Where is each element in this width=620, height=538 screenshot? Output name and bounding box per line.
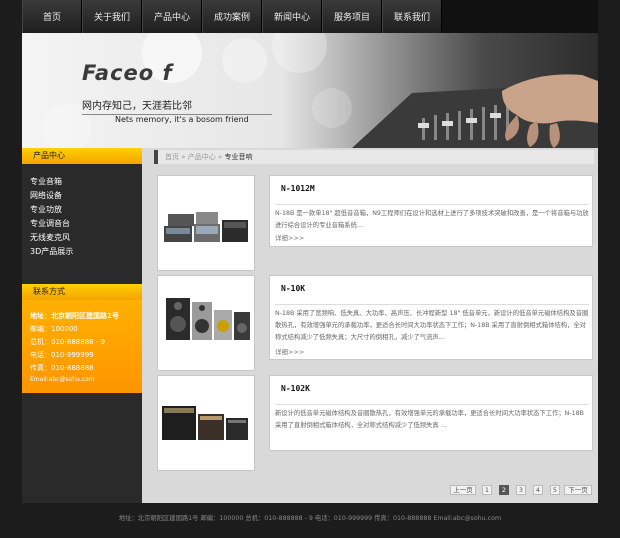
breadcrumb-sep: » <box>181 153 186 161</box>
product-more-link[interactable]: 详细>>> <box>275 232 304 242</box>
contact-switchboard: 总机：010-888888 - 9 <box>30 338 106 346</box>
contact-postcode: 邮编：100000 <box>30 325 78 333</box>
nav-home[interactable]: 首页 <box>22 0 82 33</box>
sidebar-item-3d[interactable]: 3D产品展示 <box>30 246 73 257</box>
contact-info: 地址：北京朝阳区建国路1号 邮编：100000 总机：010-888888 - … <box>22 300 142 393</box>
contact-fax: 传真：010-888888 <box>30 364 94 372</box>
sidebar-item-amplifier[interactable]: 专业功放 <box>30 204 62 215</box>
bokeh-light <box>222 38 267 83</box>
contact-address: 地址：北京朝阳区建国路1号 <box>30 312 119 320</box>
page-1-button[interactable]: 1 <box>482 485 492 495</box>
breadcrumb-sep: » <box>218 153 223 161</box>
card-divider <box>275 204 589 205</box>
card-divider <box>275 304 589 305</box>
nav-products[interactable]: 产品中心 <box>142 0 202 33</box>
sidebar-item-speakers[interactable]: 专业音箱 <box>30 176 62 187</box>
next-page-button[interactable]: 下一页 <box>564 485 592 495</box>
product-title[interactable]: N-10K <box>281 284 305 293</box>
product-more-link[interactable]: 详细>>> <box>275 346 304 356</box>
breadcrumb-parent[interactable]: 产品中心 <box>188 153 216 161</box>
breadcrumb-home[interactable]: 首页 <box>165 153 179 161</box>
contact-email[interactable]: Email:abc@sohu.com <box>30 376 95 383</box>
top-nav: 首页 关于我们 产品中心 成功案例 新闻中心 服务项目 联系我们 <box>22 0 598 33</box>
mixer-hand-image <box>352 74 598 148</box>
product-description: 新设计的低音单元磁体结构及音圈散热孔，有效增强单元的承载功率，更适合长时间大功率… <box>275 410 584 429</box>
product-image-mixers[interactable] <box>157 175 255 271</box>
sidebar: 产品中心 专业音箱 网络设备 专业功放 专业调音台 无线麦克风 3D产品展示 联… <box>22 148 142 503</box>
bokeh-light <box>272 33 327 73</box>
product-image-speakers[interactable] <box>157 275 255 371</box>
page-3-button[interactable]: 3 <box>516 485 526 495</box>
sidebar-item-wireless-mic[interactable]: 无线麦克风 <box>30 232 70 243</box>
product-description: N-18B 采用了宽频响、低失真、大功率、高声压、长冲程新型 18" 低音单元，… <box>275 310 589 341</box>
card-divider <box>275 404 589 405</box>
breadcrumb-current: 专业音响 <box>224 153 253 161</box>
slogan: 网内存知己，天涯若比邻 <box>82 101 192 112</box>
products-heading: 产品中心 <box>22 148 142 164</box>
product-card: N-102K 新设计的低音单元磁体结构及音圈散热孔，有效增强单元的承载功率，更适… <box>269 375 593 451</box>
nav-cases[interactable]: 成功案例 <box>202 0 262 33</box>
nav-contact[interactable]: 联系我们 <box>382 0 442 33</box>
product-card: N-10K N-18B 采用了宽频响、低失真、大功率、高声压、长冲程新型 18"… <box>269 275 593 360</box>
bokeh-light <box>312 88 352 128</box>
nav-about[interactable]: 关于我们 <box>82 0 142 33</box>
sidebar-item-network[interactable]: 网络设备 <box>30 190 62 201</box>
contact-heading: 联系方式 <box>22 284 142 300</box>
slogan-english: Nets memory, it's a bosom friend <box>115 115 249 124</box>
nav-news[interactable]: 新闻中心 <box>262 0 322 33</box>
nav-services[interactable]: 服务项目 <box>322 0 382 33</box>
product-card: N-1012M N-18B 是一款单18" 超低音音箱，N9工程师们在设计和选材… <box>269 175 593 247</box>
breadcrumb: 首页 » 产品中心 » 专业音响 <box>154 150 594 164</box>
page-4-button[interactable]: 4 <box>533 485 543 495</box>
page-2-button[interactable]: 2 <box>499 485 509 495</box>
product-title[interactable]: N-1012M <box>281 184 315 193</box>
site-logo: Faceo f <box>82 61 173 85</box>
page-5-button[interactable]: 5 <box>550 485 560 495</box>
footer-info: 地址：北京朝阳区建国路1号 邮编：100000 总机：010-888888 - … <box>118 515 502 522</box>
sidebar-item-mixer[interactable]: 专业调音台 <box>30 218 70 229</box>
product-description: N-18B 是一款单18" 超低音音箱，N9工程师们在设计和选材上进行了多项技术… <box>275 210 589 229</box>
main-content: 首页 » 产品中心 » 专业音响 N-1012M N-18B 是一款单18" 超… <box>142 148 598 503</box>
prev-page-button[interactable]: 上一页 <box>450 485 476 495</box>
product-title[interactable]: N-102K <box>281 384 310 393</box>
product-image-amplifiers[interactable] <box>157 375 255 471</box>
contact-phone: 电话：010-999999 <box>30 351 94 359</box>
banner: Faceo f 网内存知己，天涯若比邻 Nets memory, it's a … <box>22 33 598 148</box>
